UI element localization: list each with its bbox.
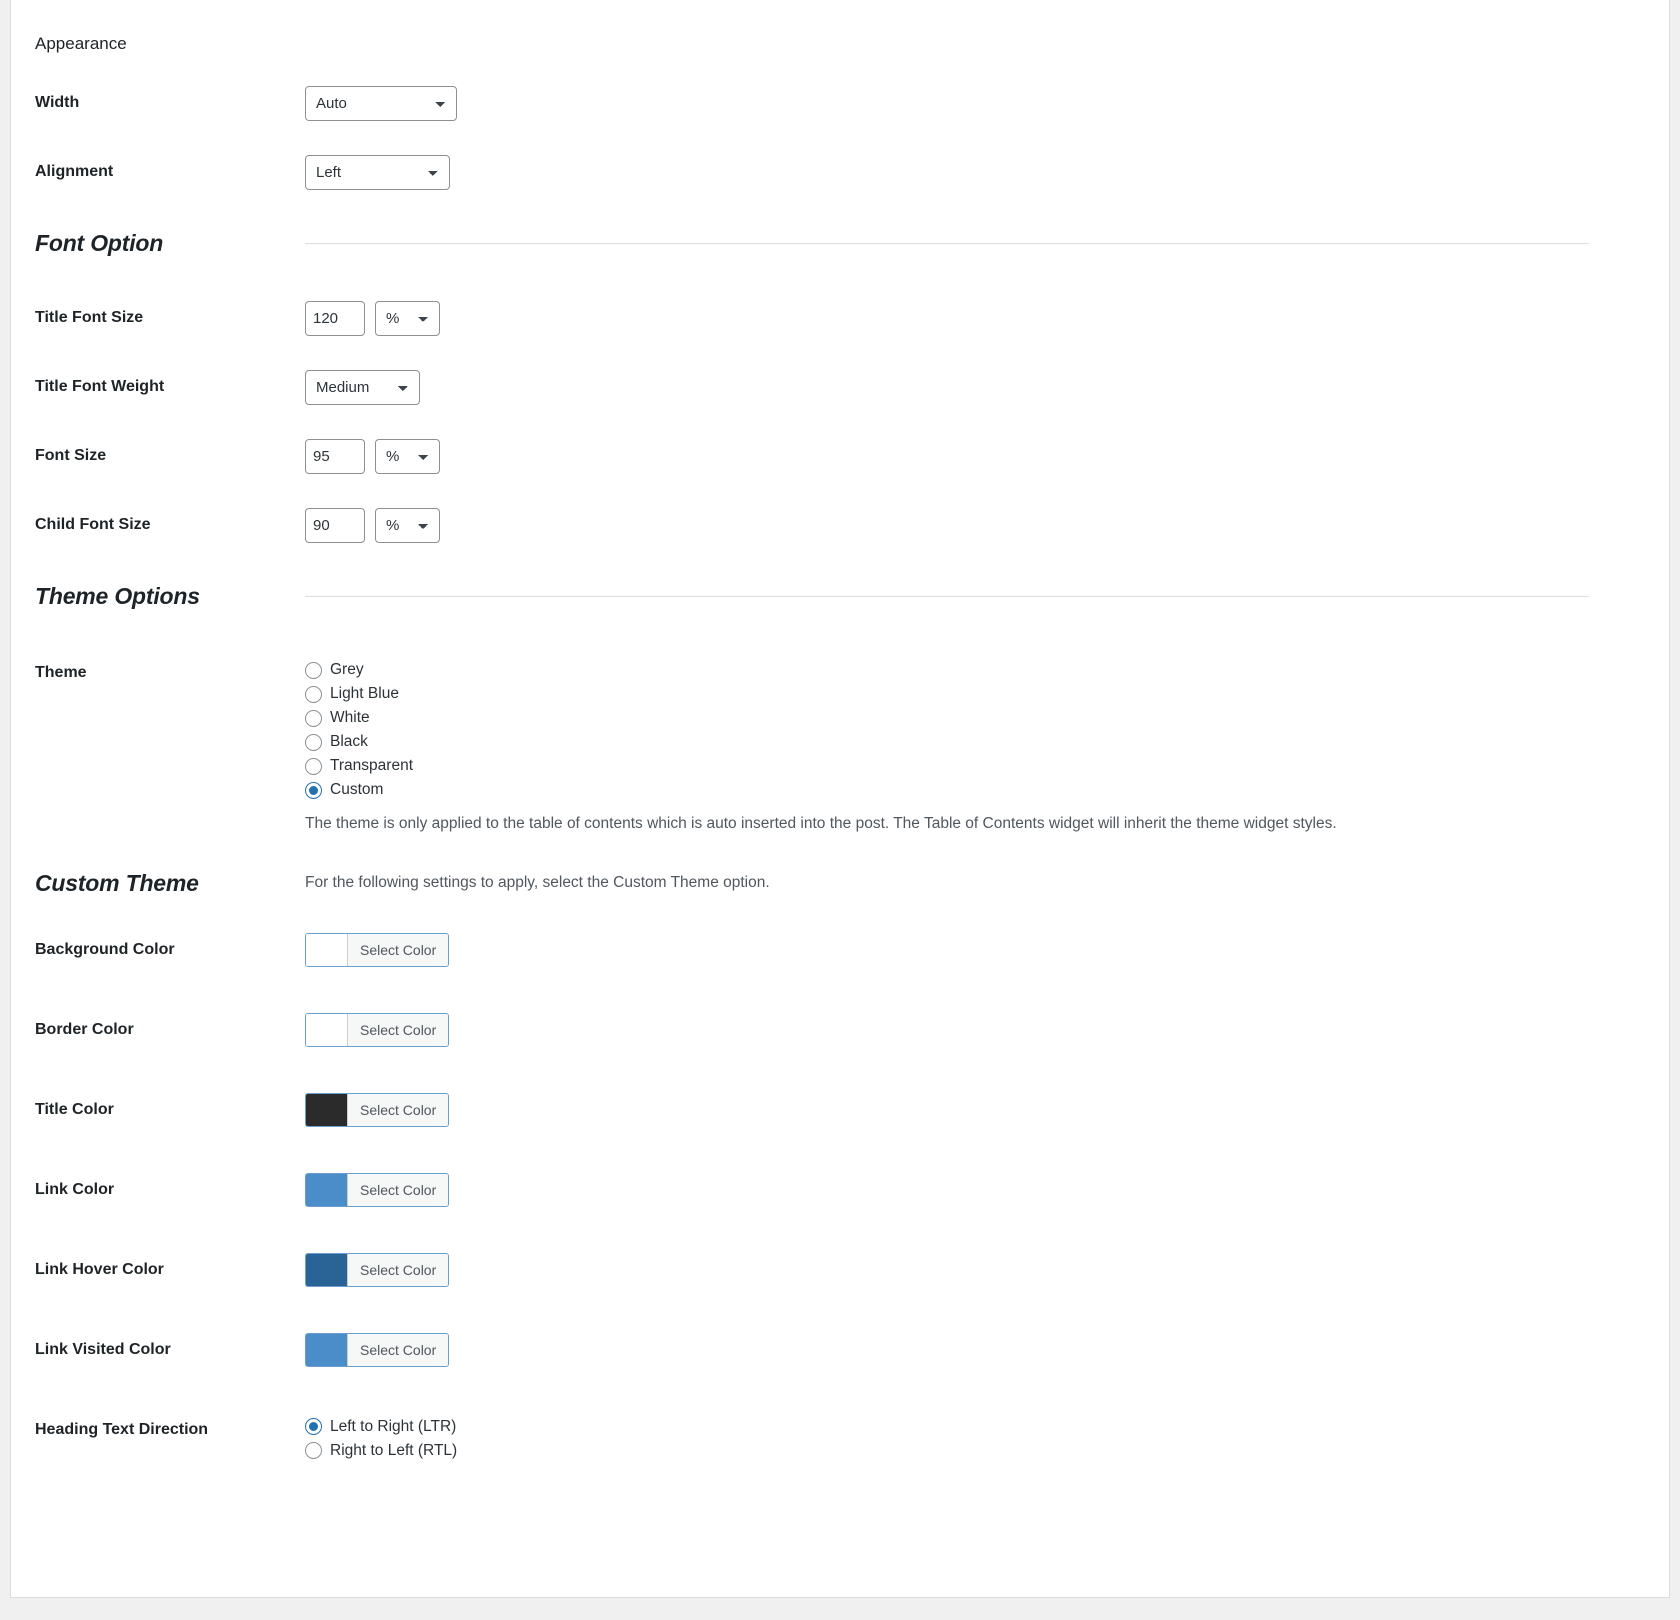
theme-option-custom[interactable]: Custom [305, 778, 1629, 802]
color-swatch [306, 1174, 347, 1206]
border-color-picker[interactable]: Select Color [305, 1013, 449, 1047]
direction-option-rtl[interactable]: Right to Left (RTL) [305, 1439, 1629, 1463]
settings-page: Appearance Width Auto Alignment Left [0, 0, 1680, 1620]
section-title-font-option: Font Option [35, 230, 305, 257]
link-color-picker[interactable]: Select Color [305, 1173, 449, 1207]
row-background-color: Background Color Select Color [11, 933, 1629, 967]
row-alignment: Alignment Left [11, 155, 1629, 190]
child-font-size-unit-select[interactable]: % [375, 508, 440, 543]
label-alignment: Alignment [35, 155, 305, 183]
theme-option-white[interactable]: White [305, 706, 1629, 730]
section-title-theme-options: Theme Options [35, 583, 305, 610]
label-title-font-size: Title Font Size [35, 301, 305, 329]
alignment-select[interactable]: Left [305, 155, 450, 190]
label-theme: Theme [35, 656, 305, 684]
child-font-size-input[interactable] [305, 508, 365, 543]
link-hover-color-picker[interactable]: Select Color [305, 1253, 449, 1287]
label-font-size: Font Size [35, 439, 305, 467]
radio-icon[interactable] [305, 734, 322, 751]
theme-radio-group: Grey Light Blue White Black [305, 656, 1629, 802]
width-select[interactable]: Auto [305, 86, 457, 121]
row-title-font-size: Title Font Size % [11, 301, 1629, 336]
section-font-option: Font Option [11, 230, 1629, 257]
link-visited-color-picker[interactable]: Select Color [305, 1333, 449, 1367]
theme-option-transparent[interactable]: Transparent [305, 754, 1629, 778]
label-link-color: Link Color [35, 1173, 305, 1201]
color-swatch [306, 934, 347, 966]
theme-option-label: Custom [330, 781, 383, 799]
title-font-size-input[interactable] [305, 301, 365, 336]
radio-icon[interactable] [305, 758, 322, 775]
theme-option-light-blue[interactable]: Light Blue [305, 682, 1629, 706]
color-swatch [306, 1334, 347, 1366]
title-font-size-unit-select[interactable]: % [375, 301, 440, 336]
appearance-heading: Appearance [11, 0, 1629, 54]
theme-option-label: Light Blue [330, 685, 399, 703]
row-title-color: Title Color Select Color [11, 1093, 1629, 1127]
row-heading-text-direction: Heading Text Direction Left to Right (LT… [11, 1413, 1629, 1463]
row-link-color: Link Color Select Color [11, 1173, 1629, 1207]
theme-option-label: Transparent [330, 757, 413, 775]
color-swatch [306, 1094, 347, 1126]
label-width: Width [35, 86, 305, 114]
heading-text-direction-radio-group: Left to Right (LTR) Right to Left (RTL) [305, 1413, 1629, 1463]
radio-icon-selected[interactable] [305, 1418, 322, 1435]
select-color-label: Select Color [347, 1174, 448, 1206]
title-color-picker[interactable]: Select Color [305, 1093, 449, 1127]
theme-option-label: Black [330, 733, 368, 751]
label-child-font-size: Child Font Size [35, 508, 305, 536]
label-title-color: Title Color [35, 1093, 305, 1121]
select-color-label: Select Color [347, 1094, 448, 1126]
settings-panel: Appearance Width Auto Alignment Left [10, 0, 1670, 1598]
row-theme: Theme Grey Light Blue Whi [11, 656, 1629, 835]
select-color-label: Select Color [347, 1254, 448, 1286]
row-link-visited-color: Link Visited Color Select Color [11, 1333, 1629, 1367]
direction-option-ltr[interactable]: Left to Right (LTR) [305, 1415, 1629, 1439]
row-font-size: Font Size % [11, 439, 1629, 474]
select-color-label: Select Color [347, 934, 448, 966]
theme-note: The theme is only applied to the table o… [305, 802, 1629, 835]
theme-option-label: Grey [330, 661, 364, 679]
section-custom-theme: Custom Theme For the following settings … [11, 870, 1629, 897]
theme-option-grey[interactable]: Grey [305, 658, 1629, 682]
color-swatch [306, 1254, 347, 1286]
row-title-font-weight: Title Font Weight Medium [11, 370, 1629, 405]
row-child-font-size: Child Font Size % [11, 508, 1629, 543]
row-border-color: Border Color Select Color [11, 1013, 1629, 1047]
radio-icon[interactable] [305, 686, 322, 703]
title-font-weight-select[interactable]: Medium [305, 370, 420, 405]
theme-option-label: White [330, 709, 370, 727]
radio-icon[interactable] [305, 1442, 322, 1459]
background-color-picker[interactable]: Select Color [305, 933, 449, 967]
font-size-input[interactable] [305, 439, 365, 474]
select-color-label: Select Color [347, 1334, 448, 1366]
label-border-color: Border Color [35, 1013, 305, 1041]
label-link-hover-color: Link Hover Color [35, 1253, 305, 1281]
radio-icon-selected[interactable] [305, 782, 322, 799]
radio-icon[interactable] [305, 710, 322, 727]
row-width: Width Auto [11, 86, 1629, 121]
font-size-unit-select[interactable]: % [375, 439, 440, 474]
select-color-label: Select Color [347, 1014, 448, 1046]
radio-icon[interactable] [305, 662, 322, 679]
row-link-hover-color: Link Hover Color Select Color [11, 1253, 1629, 1287]
section-theme-options: Theme Options [11, 583, 1629, 610]
label-background-color: Background Color [35, 933, 305, 961]
label-link-visited-color: Link Visited Color [35, 1333, 305, 1361]
direction-option-label: Left to Right (LTR) [330, 1418, 456, 1436]
color-swatch [306, 1014, 347, 1046]
direction-option-label: Right to Left (RTL) [330, 1442, 457, 1460]
label-heading-text-direction: Heading Text Direction [35, 1413, 305, 1441]
label-title-font-weight: Title Font Weight [35, 370, 305, 398]
section-title-custom-theme: Custom Theme [35, 870, 305, 897]
custom-theme-note: For the following settings to apply, sel… [305, 874, 1629, 892]
section-divider [305, 243, 1589, 244]
section-divider [305, 596, 1589, 597]
theme-option-black[interactable]: Black [305, 730, 1629, 754]
